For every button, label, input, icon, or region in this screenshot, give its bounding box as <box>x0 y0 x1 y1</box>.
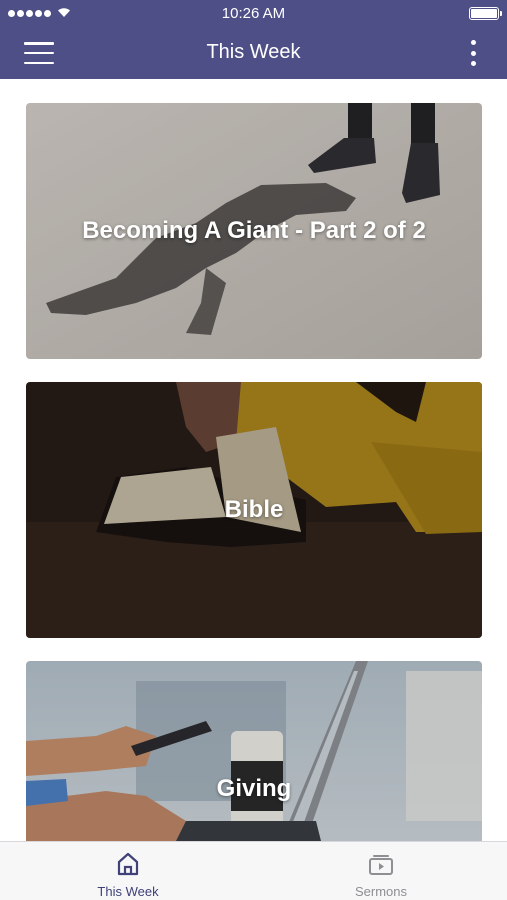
video-play-icon <box>369 855 393 875</box>
status-time: 10:26 AM <box>221 5 286 22</box>
card-becoming-a-giant[interactable]: Becoming A Giant - Part 2 of 2 <box>26 103 482 359</box>
status-bar: 10:26 AM <box>0 0 507 28</box>
tab-sermons[interactable]: Sermons <box>291 842 471 900</box>
card-title: Giving <box>216 775 292 802</box>
tab-label: This Week <box>97 884 159 899</box>
card-list: Becoming A Giant - Part 2 of 2 Bible Giv… <box>0 79 507 841</box>
card-bible[interactable]: Bible <box>26 382 482 638</box>
home-icon <box>117 852 139 876</box>
card-title: Bible <box>224 496 284 523</box>
nav-bar: This Week <box>0 28 507 79</box>
more-options-icon[interactable] <box>469 40 477 66</box>
tab-label: Sermons <box>354 884 408 899</box>
tab-bar: This Week Sermons <box>0 841 507 900</box>
card-title: Becoming A Giant - Part 2 of 2 <box>82 217 426 244</box>
battery-icon <box>469 7 502 20</box>
card-giving[interactable]: Giving <box>26 661 482 841</box>
tab-this-week[interactable]: This Week <box>38 842 218 900</box>
page-title: This Week <box>206 41 301 63</box>
